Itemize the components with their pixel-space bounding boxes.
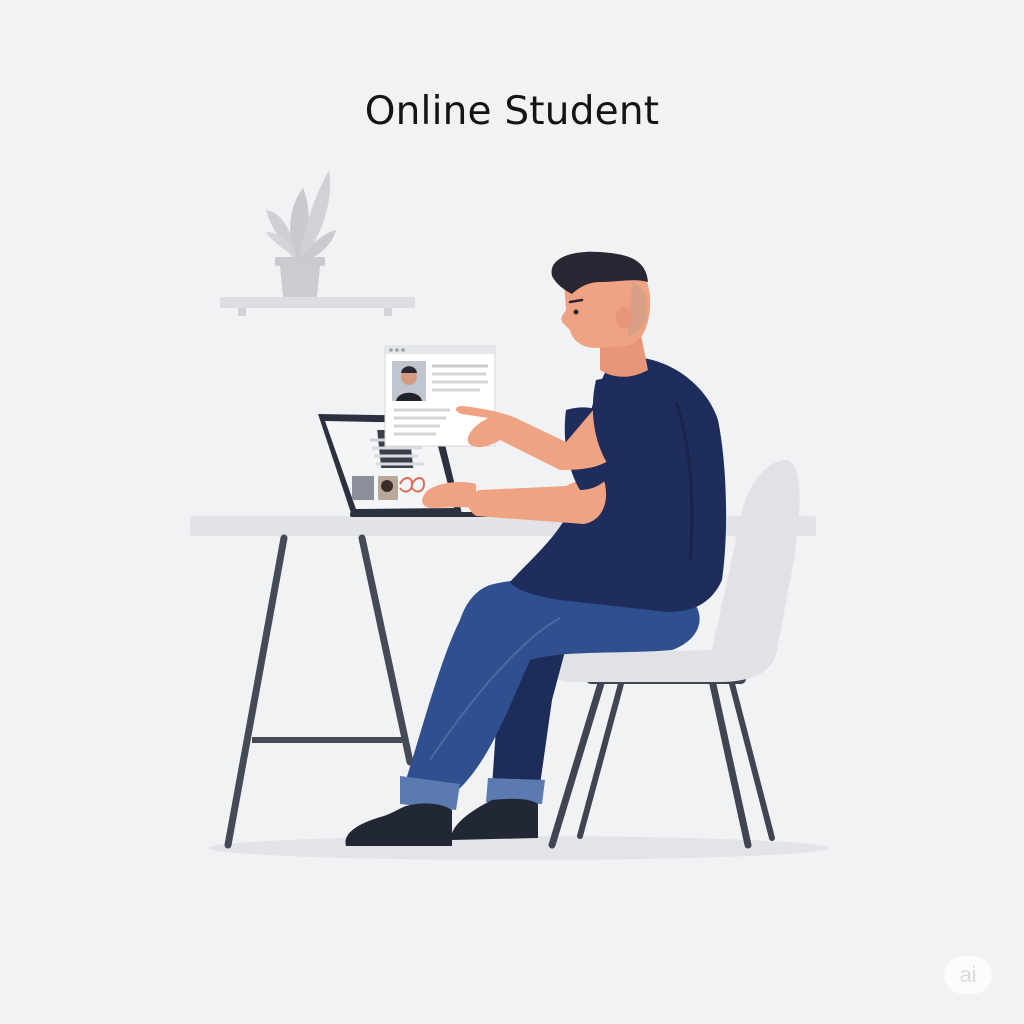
head	[551, 251, 651, 377]
watermark-badge: ai	[944, 956, 992, 994]
illustration	[190, 170, 828, 860]
potted-plant-icon	[266, 170, 336, 297]
floor-shadow	[208, 836, 828, 860]
wall-shelf-icon	[220, 297, 415, 316]
